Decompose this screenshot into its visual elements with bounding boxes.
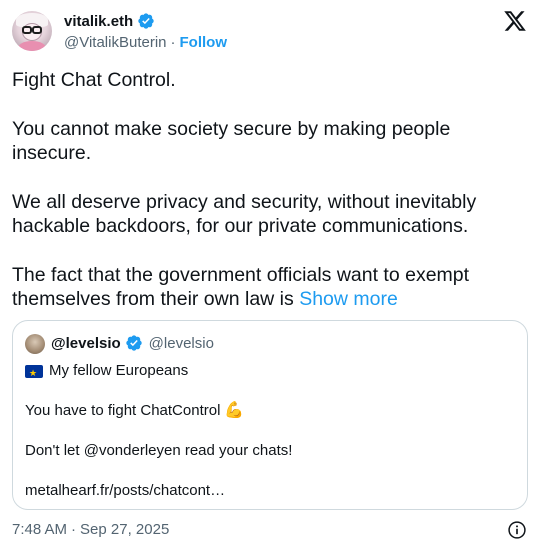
tweet-text: Fight Chat Control. You cannot make soci…: [12, 68, 527, 312]
author-name-row: vitalik.eth: [64, 12, 155, 30]
info-icon[interactable]: [507, 520, 527, 540]
avatar-glasses-left: [22, 26, 32, 34]
tweet-card: vitalik.eth @VitalikButerin · Follow Fig…: [0, 0, 541, 546]
tweet-paragraph: Fight Chat Control.: [12, 69, 176, 91]
tweet-last-text: The fact that the government officials w…: [12, 263, 470, 311]
quoted-author-avatar[interactable]: [25, 334, 45, 354]
quoted-author-handle[interactable]: @levelsio: [149, 335, 214, 352]
quoted-author-row: @levelsio @levelsio: [51, 334, 214, 352]
quoted-author-name[interactable]: @levelsio: [51, 335, 121, 352]
author-handle[interactable]: @VitalikButerin: [64, 34, 167, 51]
avatar-glasses-right: [32, 26, 42, 34]
author-avatar[interactable]: [12, 11, 52, 51]
quoted-line: You have to fight ChatControl 💪: [25, 401, 515, 421]
eu-flag-icon: [25, 363, 43, 383]
quoted-line: Don't let @vonderleyen read your chats!: [25, 441, 515, 461]
quoted-line-text: Don't let @vonderleyen read your chats!: [25, 442, 293, 459]
quoted-line-text: You have to fight ChatControl: [25, 402, 221, 419]
quoted-line-text: My fellow Europeans: [49, 362, 189, 379]
author-display-name[interactable]: vitalik.eth: [64, 13, 133, 30]
quoted-link[interactable]: metalhearf.fr/posts/chatcont…: [25, 481, 225, 501]
avatar-body: [18, 41, 46, 51]
separator-dot: ·: [170, 34, 176, 51]
tweet-time[interactable]: 7:48 AM: [12, 521, 67, 538]
tweet-paragraph: We all deserve privacy and security, wit…: [12, 190, 477, 238]
author-handle-row: @VitalikButerin · Follow: [64, 34, 227, 51]
tweet-paragraph: You cannot make society secure by making…: [12, 117, 451, 165]
quoted-line: My fellow Europeans: [25, 361, 515, 383]
show-more-link[interactable]: Show more: [299, 288, 398, 310]
verified-badge-icon: [125, 335, 142, 351]
tweet-date[interactable]: Sep 27, 2025: [80, 521, 169, 538]
tweet-paragraph-last: The fact that the government officials w…: [12, 263, 527, 312]
follow-button[interactable]: Follow: [180, 34, 228, 51]
x-logo-icon[interactable]: [503, 9, 527, 33]
quoted-tweet-card[interactable]: @levelsio @levelsio My fellow Europeans …: [12, 320, 528, 510]
separator-dot: ·: [71, 521, 77, 538]
flexed-biceps-icon: 💪: [224, 402, 245, 419]
verified-badge-icon: [138, 13, 154, 29]
tweet-timestamp[interactable]: 7:48 AM · Sep 27, 2025: [12, 521, 169, 538]
quoted-tweet-text: My fellow Europeans You have to fight Ch…: [25, 361, 515, 501]
quoted-line: metalhearf.fr/posts/chatcont…: [25, 481, 515, 501]
